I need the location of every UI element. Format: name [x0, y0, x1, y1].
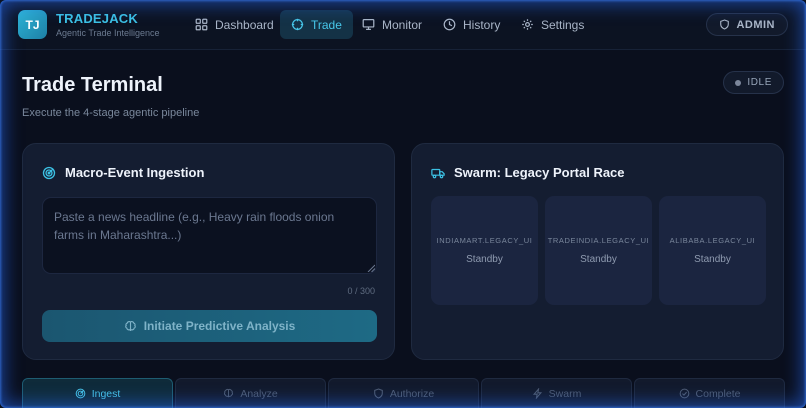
- lightning-icon: [532, 388, 542, 399]
- portal-name: ALIBABA.LEGACY_UI: [669, 236, 756, 245]
- nav-item-history[interactable]: History: [432, 10, 511, 39]
- portal-status: Standby: [466, 254, 503, 265]
- radar-icon: [75, 388, 86, 399]
- step-complete[interactable]: Complete: [634, 378, 785, 408]
- nav-label: Settings: [541, 17, 585, 32]
- crosshair-icon: [291, 18, 304, 31]
- step-authorize[interactable]: Authorize: [328, 378, 479, 408]
- portal-tile-alibaba: ALIBABA.LEGACY_UI Standby: [659, 196, 766, 305]
- char-counter: 0 / 300: [347, 286, 375, 296]
- swarm-card-header: Swarm: Legacy Portal Race: [431, 165, 625, 180]
- portal-name: INDIAMART.LEGACY_UI: [436, 236, 533, 245]
- truck-icon: [431, 168, 445, 178]
- status-badge: IDLE: [723, 71, 784, 94]
- headline-input[interactable]: [42, 197, 377, 274]
- ingestion-card-header: Macro-Event Ingestion: [42, 165, 204, 180]
- brain-icon: [124, 320, 136, 331]
- ingestion-card: Macro-Event Ingestion 0 / 300 Initiate P…: [22, 143, 395, 360]
- step-label: Ingest: [91, 387, 121, 400]
- portal-name: TRADEINDIA.LEGACY_UI: [547, 236, 650, 245]
- top-navbar: TJ TRADEJACK Agentic Trade Intelligence …: [0, 0, 806, 50]
- brain-icon: [224, 388, 234, 398]
- radar-icon: [42, 166, 56, 179]
- step-label: Authorize: [389, 387, 435, 400]
- portal-status: Standby: [580, 254, 617, 265]
- clock-icon: [443, 18, 456, 31]
- initiate-analysis-button[interactable]: Initiate Predictive Analysis: [42, 310, 377, 342]
- step-label: Analyze: [240, 387, 278, 400]
- admin-button[interactable]: ADMIN: [706, 13, 788, 36]
- nav-item-trade[interactable]: Trade: [280, 10, 353, 39]
- logo-badge: TJ: [18, 10, 47, 39]
- nav-label: Trade: [311, 17, 342, 32]
- shield-icon: [720, 19, 730, 30]
- check-circle-icon: [679, 388, 689, 399]
- portal-tile-tradeindia: TRADEINDIA.LEGACY_UI Standby: [545, 196, 652, 305]
- monitor-icon: [362, 19, 375, 30]
- brand-title: TRADEJACK: [56, 11, 138, 26]
- shield-icon: [374, 388, 383, 399]
- status-dot: [735, 79, 742, 86]
- status-label: IDLE: [747, 77, 772, 88]
- ingestion-card-title: Macro-Event Ingestion: [65, 165, 205, 180]
- nav-item-dashboard[interactable]: Dashboard: [184, 10, 285, 39]
- nav-label: History: [463, 17, 501, 32]
- step-ingest[interactable]: Ingest: [22, 378, 173, 408]
- nav-item-monitor[interactable]: Monitor: [351, 10, 433, 39]
- page-title: Trade Terminal: [22, 74, 163, 96]
- admin-label: ADMIN: [736, 18, 775, 31]
- step-label: Complete: [695, 387, 741, 400]
- portal-status: Standby: [694, 254, 731, 265]
- brand-subtitle: Agentic Trade Intelligence: [56, 28, 160, 38]
- portal-tile-indiamart: INDIAMART.LEGACY_UI Standby: [431, 196, 538, 305]
- step-analyze[interactable]: Analyze: [175, 378, 326, 408]
- nav-label: Monitor: [382, 17, 423, 32]
- swarm-card: Swarm: Legacy Portal Race INDIAMART.LEGA…: [411, 143, 784, 360]
- step-swarm[interactable]: Swarm: [481, 378, 632, 408]
- grid-icon: [195, 18, 208, 31]
- nav-label: Dashboard: [215, 17, 274, 32]
- step-label: Swarm: [548, 387, 582, 400]
- page-subtitle: Execute the 4-stage agentic pipeline: [22, 107, 200, 119]
- initiate-analysis-label: Initiate Predictive Analysis: [143, 319, 296, 333]
- swarm-card-title: Swarm: Legacy Portal Race: [454, 165, 625, 180]
- nav-item-settings[interactable]: Settings: [510, 10, 595, 39]
- gear-icon: [522, 19, 533, 30]
